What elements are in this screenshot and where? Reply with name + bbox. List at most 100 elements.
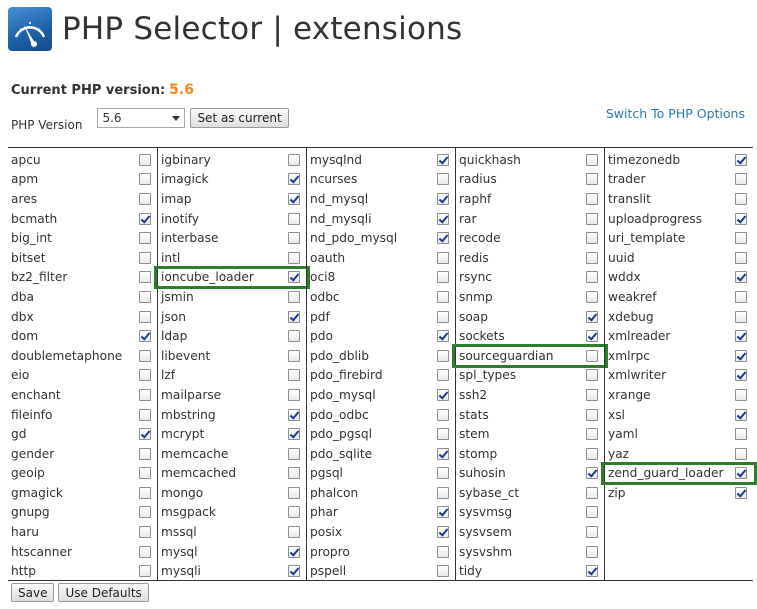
extension-item-soap[interactable]: soap bbox=[456, 307, 604, 327]
extension-item-ldap[interactable]: ldap bbox=[158, 326, 306, 346]
extension-checkbox[interactable] bbox=[586, 388, 598, 401]
extension-checkbox[interactable] bbox=[139, 565, 151, 578]
extension-checkbox[interactable] bbox=[288, 408, 300, 421]
extension-checkbox[interactable] bbox=[139, 251, 151, 264]
extension-checkbox[interactable] bbox=[288, 310, 300, 323]
extension-item-uploadprogress[interactable]: uploadprogress bbox=[605, 209, 753, 229]
extension-item-pdo_pgsql[interactable]: pdo_pgsql bbox=[307, 424, 455, 444]
extension-item-phar[interactable]: phar bbox=[307, 503, 455, 523]
extension-checkbox[interactable] bbox=[437, 369, 449, 382]
extension-item-bitset[interactable]: bitset bbox=[8, 248, 157, 268]
extension-item-ncurses[interactable]: ncurses bbox=[307, 170, 455, 190]
extension-item-ares[interactable]: ares bbox=[8, 189, 157, 209]
extension-item-xdebug[interactable]: xdebug bbox=[605, 307, 753, 327]
extension-checkbox[interactable] bbox=[139, 349, 151, 362]
extension-checkbox[interactable] bbox=[586, 192, 598, 205]
extension-checkbox[interactable] bbox=[288, 388, 300, 401]
extension-item-json[interactable]: json bbox=[158, 307, 306, 327]
extension-item-trader[interactable]: trader bbox=[605, 170, 753, 190]
php-version-select[interactable]: 5.6 bbox=[97, 108, 186, 128]
extension-checkbox[interactable] bbox=[437, 310, 449, 323]
extension-item-pdo_odbc[interactable]: pdo_odbc bbox=[307, 405, 455, 425]
extension-checkbox[interactable] bbox=[288, 173, 300, 186]
extension-item-stem[interactable]: stem bbox=[456, 424, 604, 444]
extension-item-ioncube_loader[interactable]: ioncube_loader bbox=[154, 265, 310, 290]
extension-checkbox[interactable] bbox=[586, 251, 598, 264]
extension-checkbox[interactable] bbox=[586, 467, 598, 480]
extension-checkbox[interactable] bbox=[586, 506, 598, 519]
extension-item-mailparse[interactable]: mailparse bbox=[158, 385, 306, 405]
extension-item-raphf[interactable]: raphf bbox=[456, 189, 604, 209]
extension-item-mbstring[interactable]: mbstring bbox=[158, 405, 306, 425]
extension-checkbox[interactable] bbox=[139, 486, 151, 499]
extension-item-tidy[interactable]: tidy bbox=[456, 561, 604, 581]
extension-checkbox[interactable] bbox=[586, 310, 598, 323]
extension-checkbox[interactable] bbox=[288, 486, 300, 499]
save-button[interactable]: Save bbox=[11, 583, 55, 602]
extension-checkbox[interactable] bbox=[735, 369, 747, 382]
extension-item-gmagick[interactable]: gmagick bbox=[8, 483, 157, 503]
extension-item-sysvshm[interactable]: sysvshm bbox=[456, 542, 604, 562]
extension-item-lzf[interactable]: lzf bbox=[158, 366, 306, 386]
extension-item-pspell[interactable]: pspell bbox=[307, 561, 455, 581]
extension-item-igbinary[interactable]: igbinary bbox=[158, 150, 306, 170]
extension-checkbox[interactable] bbox=[586, 447, 598, 460]
extension-checkbox[interactable] bbox=[437, 271, 449, 284]
extension-checkbox[interactable] bbox=[735, 486, 747, 499]
extension-checkbox[interactable] bbox=[586, 212, 598, 225]
extension-checkbox[interactable] bbox=[586, 153, 598, 166]
extension-item-rsync[interactable]: rsync bbox=[456, 268, 604, 288]
extension-item-stats[interactable]: stats bbox=[456, 405, 604, 425]
extension-item-dba[interactable]: dba bbox=[8, 287, 157, 307]
extension-checkbox[interactable] bbox=[735, 153, 747, 166]
extension-checkbox[interactable] bbox=[735, 349, 747, 362]
switch-to-php-options-link[interactable]: Switch To PHP Options bbox=[606, 106, 745, 121]
extension-checkbox[interactable] bbox=[586, 290, 598, 303]
extension-checkbox[interactable] bbox=[288, 467, 300, 480]
extension-item-pdf[interactable]: pdf bbox=[307, 307, 455, 327]
extension-checkbox[interactable] bbox=[139, 447, 151, 460]
extension-item-dom[interactable]: dom bbox=[8, 326, 157, 346]
extension-checkbox[interactable] bbox=[139, 369, 151, 382]
extension-checkbox[interactable] bbox=[735, 388, 747, 401]
extension-checkbox[interactable] bbox=[139, 545, 151, 558]
extension-checkbox[interactable] bbox=[735, 192, 747, 205]
extension-checkbox[interactable] bbox=[586, 486, 598, 499]
extension-item-apcu[interactable]: apcu bbox=[8, 150, 157, 170]
extension-checkbox[interactable] bbox=[139, 232, 151, 245]
extension-checkbox[interactable] bbox=[288, 212, 300, 225]
extension-checkbox[interactable] bbox=[437, 192, 449, 205]
extension-checkbox[interactable] bbox=[735, 271, 747, 284]
extension-item-sockets[interactable]: sockets bbox=[456, 326, 604, 346]
extension-item-xmlreader[interactable]: xmlreader bbox=[605, 326, 753, 346]
extension-checkbox[interactable] bbox=[288, 349, 300, 362]
extension-checkbox[interactable] bbox=[139, 173, 151, 186]
extension-item-apm[interactable]: apm bbox=[8, 170, 157, 190]
extension-item-bcmath[interactable]: bcmath bbox=[8, 209, 157, 229]
extension-item-memcache[interactable]: memcache bbox=[158, 444, 306, 464]
extension-checkbox[interactable] bbox=[288, 565, 300, 578]
extension-item-nd_mysqli[interactable]: nd_mysqli bbox=[307, 209, 455, 229]
extension-checkbox[interactable] bbox=[586, 545, 598, 558]
extension-item-redis[interactable]: redis bbox=[456, 248, 604, 268]
extension-checkbox[interactable] bbox=[437, 251, 449, 264]
extension-checkbox[interactable] bbox=[437, 506, 449, 519]
extension-item-sybase_ct[interactable]: sybase_ct bbox=[456, 483, 604, 503]
extension-item-intl[interactable]: intl bbox=[158, 248, 306, 268]
extension-checkbox[interactable] bbox=[437, 290, 449, 303]
extension-item-rar[interactable]: rar bbox=[456, 209, 604, 229]
extension-checkbox[interactable] bbox=[139, 428, 151, 441]
extension-checkbox[interactable] bbox=[139, 467, 151, 480]
extension-checkbox[interactable] bbox=[437, 388, 449, 401]
extension-item-mongo[interactable]: mongo bbox=[158, 483, 306, 503]
extension-checkbox[interactable] bbox=[437, 428, 449, 441]
extension-item-bz2_filter[interactable]: bz2_filter bbox=[8, 268, 157, 288]
extension-checkbox[interactable] bbox=[139, 290, 151, 303]
extension-item-sourceguardian[interactable]: sourceguardian bbox=[452, 343, 608, 368]
extension-checkbox[interactable] bbox=[437, 232, 449, 245]
extension-item-mcrypt[interactable]: mcrypt bbox=[158, 424, 306, 444]
extension-checkbox[interactable] bbox=[437, 565, 449, 578]
extension-checkbox[interactable] bbox=[139, 388, 151, 401]
extension-item-stomp[interactable]: stomp bbox=[456, 444, 604, 464]
extension-item-uuid[interactable]: uuid bbox=[605, 248, 753, 268]
